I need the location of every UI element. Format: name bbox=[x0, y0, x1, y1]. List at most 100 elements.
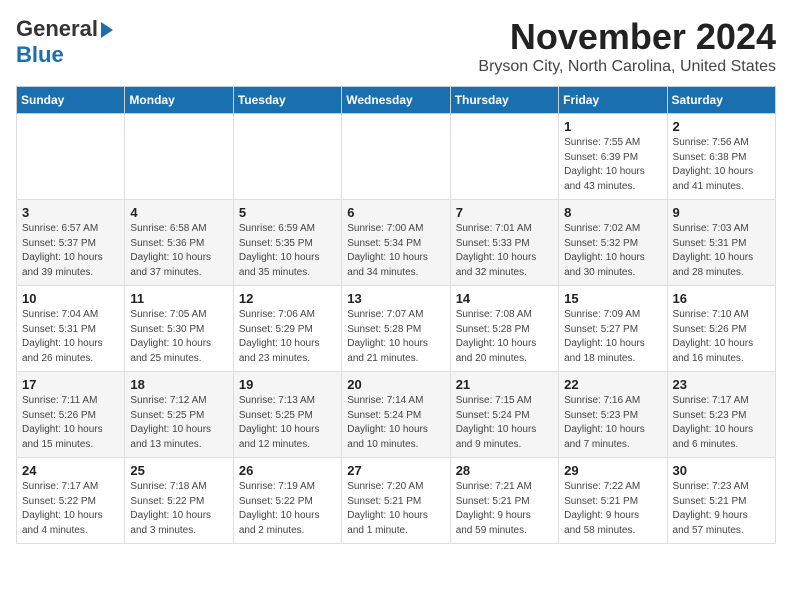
calendar-cell: 30Sunrise: 7:23 AM Sunset: 5:21 PM Dayli… bbox=[667, 458, 775, 544]
calendar-cell: 5 Sunrise: 6:59 AM Sunset: 5:35 PM Daylig… bbox=[233, 200, 341, 286]
day-info: Sunrise: 7:05 AM Sunset: 5:30 PM Dayligh… bbox=[130, 308, 227, 366]
day-info: Sunrise: 7:03 AM Sunset: 5:31 PM Dayligh… bbox=[673, 222, 770, 280]
day-info: Sunrise: 7:55 AM Sunset: 6:39 PM Dayligh… bbox=[564, 136, 661, 194]
calendar-cell bbox=[125, 114, 233, 200]
calendar-cell: 19 Sunrise: 7:13 AM Sunset: 5:25 PM Dayli… bbox=[233, 372, 341, 458]
calendar-cell: 12 Sunrise: 7:06 AM Sunset: 5:29 PM Dayli… bbox=[233, 286, 341, 372]
day-number: 4 bbox=[130, 205, 227, 220]
calendar-cell: 22 Sunrise: 7:16 AM Sunset: 5:23 PM Dayli… bbox=[559, 372, 667, 458]
day-number: 27 bbox=[347, 463, 444, 478]
week-row-3: 10 Sunrise: 7:04 AM Sunset: 5:31 PM Dayli… bbox=[17, 286, 776, 372]
calendar-cell: 4 Sunrise: 6:58 AM Sunset: 5:36 PM Daylig… bbox=[125, 200, 233, 286]
weekday-header-row: SundayMondayTuesdayWednesdayThursdayFrid… bbox=[17, 87, 776, 114]
day-number: 12 bbox=[239, 291, 336, 306]
day-info: Sunrise: 7:19 AM Sunset: 5:22 PM Dayligh… bbox=[239, 480, 336, 538]
location-title: Bryson City, North Carolina, United Stat… bbox=[478, 58, 776, 76]
day-info: Sunrise: 7:02 AM Sunset: 5:32 PM Dayligh… bbox=[564, 222, 661, 280]
day-info: Sunrise: 7:07 AM Sunset: 5:28 PM Dayligh… bbox=[347, 308, 444, 366]
day-number: 5 bbox=[239, 205, 336, 220]
calendar-cell: 3 Sunrise: 6:57 AM Sunset: 5:37 PM Daylig… bbox=[17, 200, 125, 286]
weekday-header-tuesday: Tuesday bbox=[233, 87, 341, 114]
day-number: 29 bbox=[564, 463, 661, 478]
day-number: 2 bbox=[673, 119, 770, 134]
day-info: Sunrise: 7:56 AM Sunset: 6:38 PM Dayligh… bbox=[673, 136, 770, 194]
day-info: Sunrise: 7:06 AM Sunset: 5:29 PM Dayligh… bbox=[239, 308, 336, 366]
day-info: Sunrise: 7:04 AM Sunset: 5:31 PM Dayligh… bbox=[22, 308, 119, 366]
calendar-cell: 13 Sunrise: 7:07 AM Sunset: 5:28 PM Dayli… bbox=[342, 286, 450, 372]
day-info: Sunrise: 7:21 AM Sunset: 5:21 PM Dayligh… bbox=[456, 480, 553, 538]
calendar-cell: 18Sunrise: 7:12 AM Sunset: 5:25 PM Dayli… bbox=[125, 372, 233, 458]
day-info: Sunrise: 7:11 AM Sunset: 5:26 PM Dayligh… bbox=[22, 394, 119, 452]
calendar-cell: 9 Sunrise: 7:03 AM Sunset: 5:31 PM Daylig… bbox=[667, 200, 775, 286]
day-info: Sunrise: 7:17 AM Sunset: 5:22 PM Dayligh… bbox=[22, 480, 119, 538]
day-info: Sunrise: 7:14 AM Sunset: 5:24 PM Dayligh… bbox=[347, 394, 444, 452]
day-info: Sunrise: 6:57 AM Sunset: 5:37 PM Dayligh… bbox=[22, 222, 119, 280]
day-number: 23 bbox=[673, 377, 770, 392]
day-info: Sunrise: 7:16 AM Sunset: 5:23 PM Dayligh… bbox=[564, 394, 661, 452]
day-number: 15 bbox=[564, 291, 661, 306]
day-info: Sunrise: 7:20 AM Sunset: 5:21 PM Dayligh… bbox=[347, 480, 444, 538]
calendar-cell: 16 Sunrise: 7:10 AM Sunset: 5:26 PM Dayli… bbox=[667, 286, 775, 372]
day-number: 19 bbox=[239, 377, 336, 392]
day-info: Sunrise: 7:00 AM Sunset: 5:34 PM Dayligh… bbox=[347, 222, 444, 280]
calendar-cell: 25 Sunrise: 7:18 AM Sunset: 5:22 PM Dayli… bbox=[125, 458, 233, 544]
calendar-table: SundayMondayTuesdayWednesdayThursdayFrid… bbox=[16, 86, 776, 544]
weekday-header-wednesday: Wednesday bbox=[342, 87, 450, 114]
day-info: Sunrise: 7:23 AM Sunset: 5:21 PM Dayligh… bbox=[673, 480, 770, 538]
calendar-cell: 1 Sunrise: 7:55 AM Sunset: 6:39 PM Daylig… bbox=[559, 114, 667, 200]
day-number: 6 bbox=[347, 205, 444, 220]
day-info: Sunrise: 7:22 AM Sunset: 5:21 PM Dayligh… bbox=[564, 480, 661, 538]
day-number: 21 bbox=[456, 377, 553, 392]
weekday-header-thursday: Thursday bbox=[450, 87, 558, 114]
calendar-cell: 27 Sunrise: 7:20 AM Sunset: 5:21 PM Dayli… bbox=[342, 458, 450, 544]
day-number: 14 bbox=[456, 291, 553, 306]
day-info: Sunrise: 6:58 AM Sunset: 5:36 PM Dayligh… bbox=[130, 222, 227, 280]
title-area: November 2024 Bryson City, North Carolin… bbox=[478, 16, 776, 76]
calendar-cell: 23 Sunrise: 7:17 AM Sunset: 5:23 PM Dayli… bbox=[667, 372, 775, 458]
logo: General Blue bbox=[16, 16, 113, 68]
day-info: Sunrise: 7:09 AM Sunset: 5:27 PM Dayligh… bbox=[564, 308, 661, 366]
day-info: Sunrise: 7:08 AM Sunset: 5:28 PM Dayligh… bbox=[456, 308, 553, 366]
weekday-header-sunday: Sunday bbox=[17, 87, 125, 114]
calendar-cell: 6 Sunrise: 7:00 AM Sunset: 5:34 PM Daylig… bbox=[342, 200, 450, 286]
calendar-cell: 28 Sunrise: 7:21 AM Sunset: 5:21 PM Dayli… bbox=[450, 458, 558, 544]
calendar-cell bbox=[450, 114, 558, 200]
calendar-cell: 26 Sunrise: 7:19 AM Sunset: 5:22 PM Dayli… bbox=[233, 458, 341, 544]
day-number: 13 bbox=[347, 291, 444, 306]
day-info: Sunrise: 7:13 AM Sunset: 5:25 PM Dayligh… bbox=[239, 394, 336, 452]
day-number: 1 bbox=[564, 119, 661, 134]
day-number: 22 bbox=[564, 377, 661, 392]
day-number: 28 bbox=[456, 463, 553, 478]
day-number: 9 bbox=[673, 205, 770, 220]
day-info: Sunrise: 7:18 AM Sunset: 5:22 PM Dayligh… bbox=[130, 480, 227, 538]
day-number: 26 bbox=[239, 463, 336, 478]
day-number: 18 bbox=[130, 377, 227, 392]
day-info: Sunrise: 7:15 AM Sunset: 5:24 PM Dayligh… bbox=[456, 394, 553, 452]
week-row-1: 1 Sunrise: 7:55 AM Sunset: 6:39 PM Daylig… bbox=[17, 114, 776, 200]
calendar-cell: 14 Sunrise: 7:08 AM Sunset: 5:28 PM Dayli… bbox=[450, 286, 558, 372]
day-number: 8 bbox=[564, 205, 661, 220]
day-number: 17 bbox=[22, 377, 119, 392]
day-number: 3 bbox=[22, 205, 119, 220]
week-row-5: 24 Sunrise: 7:17 AM Sunset: 5:22 PM Dayli… bbox=[17, 458, 776, 544]
calendar-cell: 29 Sunrise: 7:22 AM Sunset: 5:21 PM Dayli… bbox=[559, 458, 667, 544]
day-number: 16 bbox=[673, 291, 770, 306]
day-info: Sunrise: 7:01 AM Sunset: 5:33 PM Dayligh… bbox=[456, 222, 553, 280]
day-number: 25 bbox=[130, 463, 227, 478]
day-number: 11 bbox=[130, 291, 227, 306]
calendar-cell: 2 Sunrise: 7:56 AM Sunset: 6:38 PM Daylig… bbox=[667, 114, 775, 200]
calendar-cell: 17 Sunrise: 7:11 AM Sunset: 5:26 PM Dayli… bbox=[17, 372, 125, 458]
calendar-cell: 8 Sunrise: 7:02 AM Sunset: 5:32 PM Daylig… bbox=[559, 200, 667, 286]
logo-general: General bbox=[16, 16, 98, 42]
day-number: 10 bbox=[22, 291, 119, 306]
logo-blue: Blue bbox=[16, 42, 64, 67]
calendar-cell bbox=[17, 114, 125, 200]
day-info: Sunrise: 7:17 AM Sunset: 5:23 PM Dayligh… bbox=[673, 394, 770, 452]
calendar-cell: 10 Sunrise: 7:04 AM Sunset: 5:31 PM Dayli… bbox=[17, 286, 125, 372]
day-info: Sunrise: 6:59 AM Sunset: 5:35 PM Dayligh… bbox=[239, 222, 336, 280]
calendar-cell: 15 Sunrise: 7:09 AM Sunset: 5:27 PM Dayli… bbox=[559, 286, 667, 372]
day-info: Sunrise: 7:10 AM Sunset: 5:26 PM Dayligh… bbox=[673, 308, 770, 366]
calendar-cell bbox=[233, 114, 341, 200]
weekday-header-saturday: Saturday bbox=[667, 87, 775, 114]
day-number: 24 bbox=[22, 463, 119, 478]
